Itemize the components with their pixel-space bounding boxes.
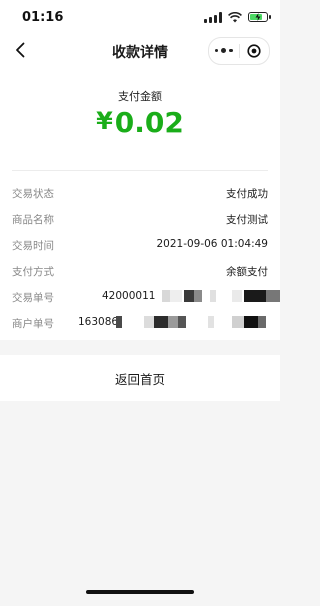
amount-label: 支付金额	[118, 90, 162, 103]
detail-value: 支付测试	[226, 214, 268, 226]
more-button[interactable]	[209, 38, 239, 64]
miniprogram-capsule	[208, 37, 270, 65]
redacted-mosaic	[116, 316, 280, 328]
detail-label: 交易时间	[12, 240, 54, 252]
back-home-button[interactable]: 返回首页	[0, 355, 280, 401]
detail-value: 2021-09-06 01:04:49	[156, 238, 268, 250]
wifi-icon	[228, 11, 242, 22]
detail-row-product: 商品名称 支付测试	[12, 212, 268, 230]
payment-amount: ¥0.02	[0, 106, 280, 139]
detail-label: 交易单号	[12, 292, 54, 304]
detail-label: 交易状态	[12, 188, 54, 200]
detail-label: 商品名称	[12, 214, 54, 226]
detail-value: 42000011	[102, 290, 156, 302]
status-icons	[204, 11, 271, 23]
close-target-icon	[247, 44, 261, 58]
close-button[interactable]	[240, 38, 270, 64]
redacted-mosaic	[162, 290, 280, 302]
battery-icon	[248, 12, 271, 22]
payment-card: 支付金额 ¥0.02 交易状态 支付成功 商品名称 支付测试 交易时间 2021…	[0, 66, 280, 340]
detail-row-time: 交易时间 2021-09-06 01:04:49	[12, 238, 268, 256]
detail-value: 余额支付	[226, 266, 268, 278]
more-icon	[214, 48, 233, 54]
status-time: 01:16	[22, 10, 64, 25]
nav-bar: 收款详情	[0, 34, 280, 66]
detail-row-method: 支付方式 余额支付	[12, 264, 268, 282]
detail-label: 支付方式	[12, 266, 54, 278]
detail-row-status: 交易状态 支付成功	[12, 186, 268, 204]
detail-label: 商户单号	[12, 318, 54, 330]
divider	[12, 170, 268, 171]
amount-value: 0.02	[114, 106, 184, 139]
detail-value: 支付成功	[226, 188, 268, 200]
currency-symbol: ¥	[96, 107, 113, 135]
home-indicator	[86, 590, 194, 594]
detail-row-transaction-id: 交易单号 42000011	[12, 290, 280, 308]
signal-icon	[204, 11, 222, 23]
status-bar: 01:16	[0, 0, 280, 34]
detail-value: 163086	[78, 316, 119, 328]
detail-row-merchant-id: 商户单号 163086	[12, 316, 268, 334]
